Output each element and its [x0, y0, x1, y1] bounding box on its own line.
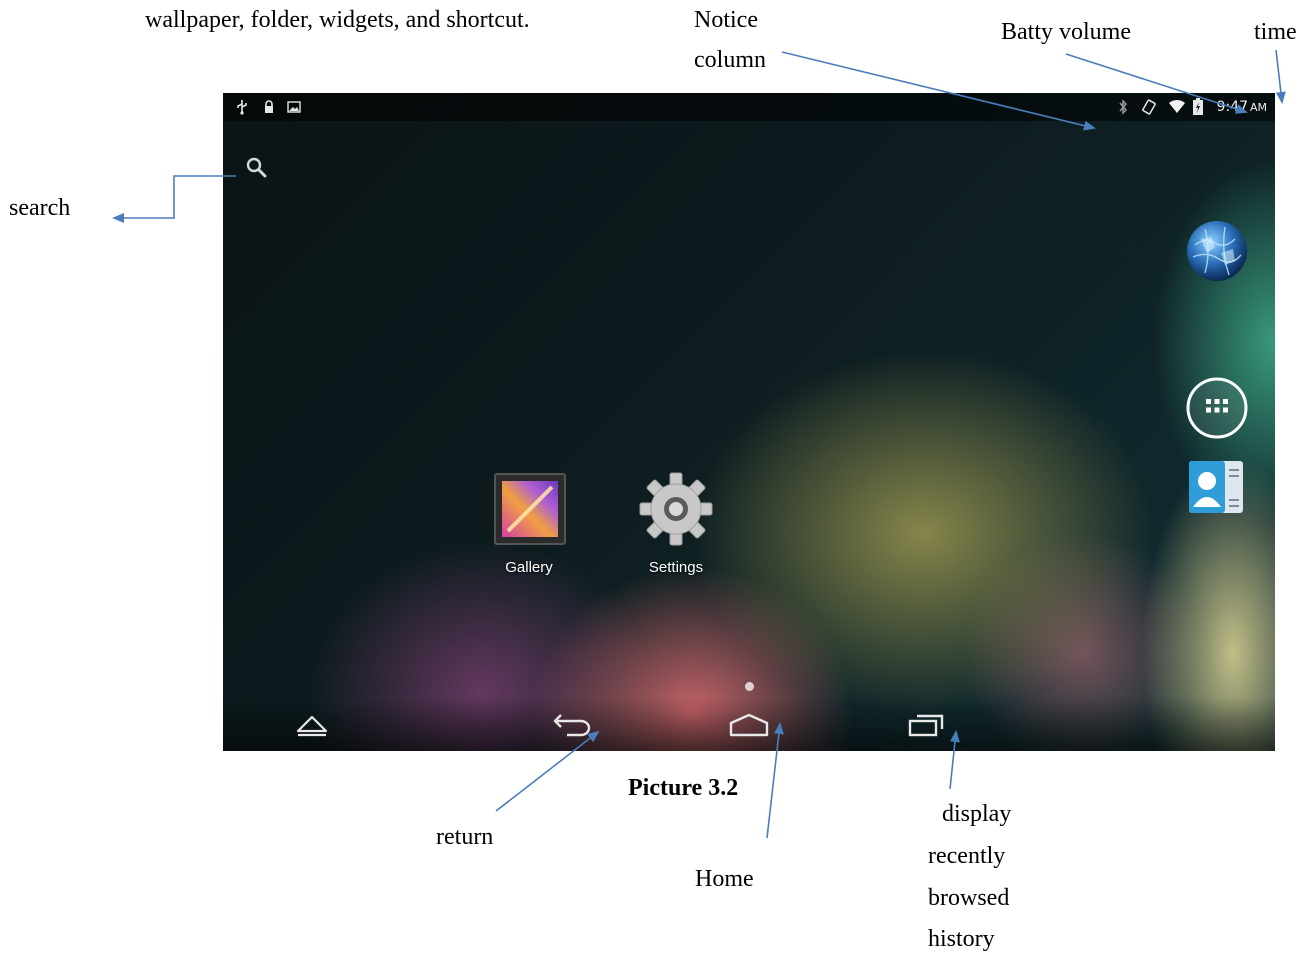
- history-arrow: [949, 730, 960, 790]
- annotation-arrows: [112, 49, 1286, 839]
- battery-arrow: [1065, 53, 1248, 114]
- notice-arrow: [781, 51, 1096, 131]
- return-arrow: [495, 730, 600, 812]
- search-arrow: [112, 175, 236, 223]
- time-arrow: [1275, 49, 1286, 104]
- home-arrow: [766, 722, 784, 839]
